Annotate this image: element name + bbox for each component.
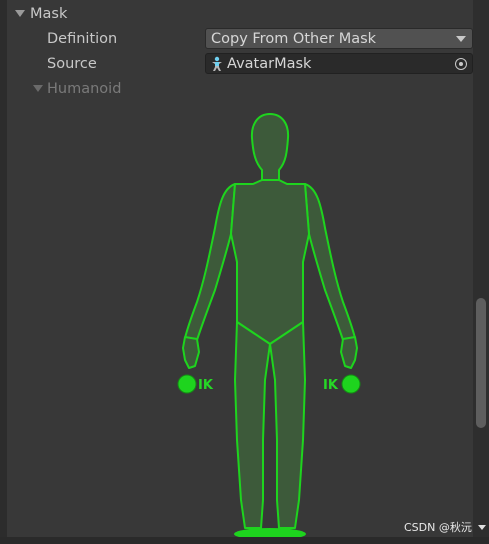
left-gutter [0, 0, 7, 544]
left-ik-toggle-icon [177, 374, 197, 394]
torso-part [230, 179, 310, 345]
vertical-scrollbar[interactable] [473, 0, 489, 544]
right-hand-part [340, 336, 358, 369]
left-hand-part [182, 336, 200, 369]
chevron-down-icon [477, 524, 486, 530]
bottom-toolbar [0, 537, 489, 544]
left-leg-part [234, 321, 271, 529]
scrollbar-thumb[interactable] [476, 298, 486, 428]
watermark: CSDN @秋沅 [404, 519, 486, 535]
right-arm-part [304, 183, 356, 341]
right-ik-toggle-icon [341, 374, 361, 394]
watermark-text: CSDN @秋沅 [404, 521, 472, 534]
head-part [250, 113, 290, 181]
left-ik-label: IK [198, 378, 214, 393]
inspector-panel: Mask Definition Copy From Other Mask Sou… [7, 0, 473, 544]
left-arm-part [184, 183, 236, 341]
right-ik-label: IK [323, 378, 339, 393]
right-leg-part [269, 321, 306, 529]
humanoid-figure: IK IK [177, 113, 361, 540]
